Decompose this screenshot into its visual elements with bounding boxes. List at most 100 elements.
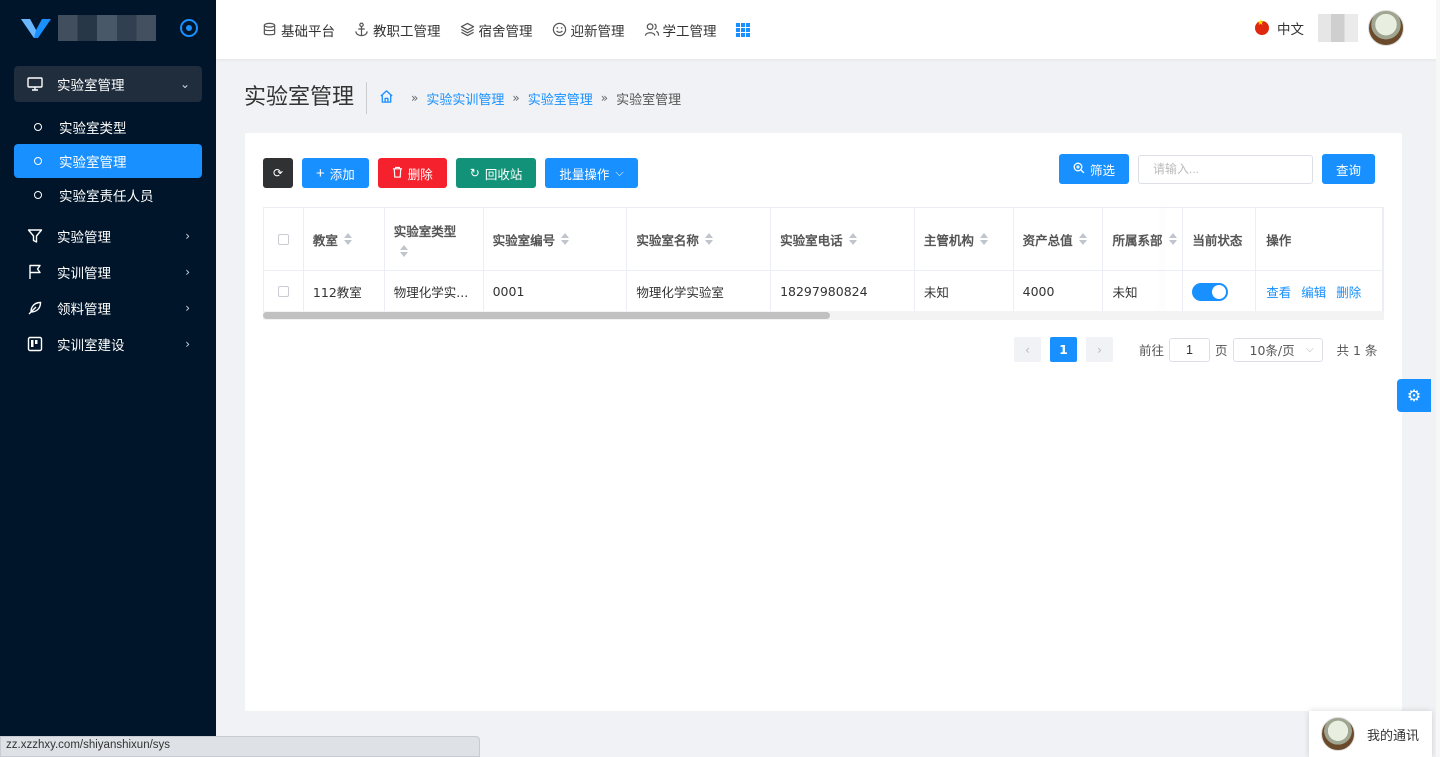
trash-icon bbox=[392, 166, 403, 181]
sidebar-subitem-lab-type[interactable]: 实验室类型 bbox=[14, 110, 202, 144]
chevron-right-icon: › bbox=[1097, 342, 1102, 357]
status-toggle[interactable] bbox=[1192, 282, 1229, 301]
cell-lab-code: 0001 bbox=[484, 271, 628, 312]
sort-icon[interactable] bbox=[704, 233, 713, 245]
breadcrumb-current: 实验室管理 bbox=[616, 92, 682, 108]
cell-assets: 4000 bbox=[1014, 271, 1104, 312]
sort-icon[interactable] bbox=[561, 233, 570, 245]
column-header-label: 实验室编号 bbox=[492, 232, 556, 248]
topnav-label: 教职工管理 bbox=[373, 23, 441, 40]
topnav-label: 迎新管理 bbox=[570, 23, 625, 40]
edit-link[interactable]: 编辑 bbox=[1301, 282, 1326, 301]
column-header-lab-type[interactable]: 实验室类型 bbox=[385, 208, 484, 270]
page-title: 实验室管理 bbox=[244, 82, 368, 114]
board-icon bbox=[26, 335, 44, 353]
chat-label: 我的通讯 bbox=[1367, 728, 1420, 744]
refresh-button[interactable]: ⟳ bbox=[263, 158, 293, 188]
page-size-select[interactable]: 10条/页 ⌵ bbox=[1232, 337, 1323, 362]
sidebar-item-label: 实训室建设 bbox=[57, 338, 125, 354]
row-checkbox[interactable] bbox=[277, 286, 289, 297]
sidebar-subitem-label: 实验室管理 bbox=[59, 155, 127, 171]
pagination: ‹ 1 › 前往 页 10条/页 ⌵ 共 1 条 bbox=[1014, 337, 1377, 362]
table-header-row: 教室 实验室类型 实验室编号 实验室名称 实验室电话 主管机构 资产总值 所属系… bbox=[264, 208, 1383, 270]
select-all-checkbox[interactable] bbox=[277, 233, 289, 245]
filter-button-label: 筛选 bbox=[1089, 163, 1115, 178]
topnav-item-platform[interactable]: 基础平台 bbox=[262, 20, 335, 40]
sort-icon[interactable] bbox=[979, 233, 988, 245]
sidebar-item-construction[interactable]: 实训室建设 › bbox=[14, 326, 202, 362]
sort-icon[interactable] bbox=[343, 233, 352, 245]
recycle-bin-button[interactable]: ↻ 回收站 bbox=[455, 158, 537, 188]
chevron-right-icon: › bbox=[185, 301, 190, 315]
chat-widget[interactable]: 我的通讯 bbox=[1309, 711, 1432, 757]
top-navbar: 基础平台 教职工管理 宿舍管理 迎新管理 学工管理 中文 bbox=[216, 0, 1440, 59]
add-button-label: 添加 bbox=[329, 167, 355, 182]
column-header-status: 当前状态 bbox=[1183, 208, 1257, 270]
sidebar-subitem-lab-management[interactable]: 实验室管理 bbox=[14, 144, 202, 178]
scrollbar-thumb[interactable] bbox=[263, 312, 830, 319]
sidebar-collapse-icon[interactable] bbox=[180, 19, 198, 37]
smile-icon bbox=[552, 22, 568, 38]
delete-link[interactable]: 删除 bbox=[1336, 282, 1361, 301]
column-header-label: 实验室名称 bbox=[636, 232, 699, 248]
apps-grid-button[interactable] bbox=[735, 22, 750, 37]
breadcrumb-item[interactable]: 实验实训管理 bbox=[426, 89, 504, 108]
column-header-lab-name[interactable]: 实验室名称 bbox=[627, 208, 772, 270]
recycle-bin-label: 回收站 bbox=[484, 167, 523, 182]
table-horizontal-scrollbar[interactable] bbox=[263, 311, 1384, 320]
column-header-label: 资产总值 bbox=[1022, 232, 1073, 248]
column-header-lab-phone[interactable]: 实验室电话 bbox=[771, 208, 915, 270]
page-scrollbar[interactable] bbox=[1436, 0, 1440, 757]
topnav-item-staff[interactable]: 教职工管理 bbox=[354, 20, 441, 40]
breadcrumb-separator-icon: » bbox=[411, 91, 419, 105]
column-header-label: 实验室电话 bbox=[780, 232, 843, 248]
goto-page-input[interactable] bbox=[1169, 337, 1211, 362]
sidebar-item-training[interactable]: 实训管理 › bbox=[14, 254, 202, 290]
column-header-lab-code[interactable]: 实验室编号 bbox=[484, 208, 628, 270]
prev-page-button[interactable]: ‹ bbox=[1014, 337, 1041, 362]
topnav-item-dorm[interactable]: 宿舍管理 bbox=[460, 20, 533, 40]
sidebar-item-materials[interactable]: 领料管理 › bbox=[14, 290, 202, 326]
sort-icon[interactable] bbox=[1168, 233, 1177, 245]
topnav-item-student-affairs[interactable]: 学工管理 bbox=[644, 20, 717, 40]
sidebar-subitem-lab-staff[interactable]: 实验室责任人员 bbox=[14, 178, 202, 212]
column-header-label: 所属系部 bbox=[1112, 232, 1163, 248]
cell-lab-phone: 18297980824 bbox=[771, 271, 915, 312]
layers-icon bbox=[460, 22, 476, 38]
username-redacted bbox=[1318, 14, 1358, 42]
page-header: 实验室管理 » 实验实训管理 » 实验室管理 » 实验室管理 bbox=[244, 80, 681, 116]
user-avatar[interactable] bbox=[1368, 10, 1404, 46]
data-table: 教室 实验室类型 实验室编号 实验室名称 实验室电话 主管机构 资产总值 所属系… bbox=[263, 207, 1384, 320]
language-switcher[interactable]: 中文 bbox=[1277, 18, 1304, 38]
delete-button-label: 删除 bbox=[407, 167, 433, 182]
sidebar-item-lab-management[interactable]: 实验室管理 ⌄ bbox=[14, 66, 202, 102]
logo-row bbox=[0, 0, 216, 56]
sort-icon[interactable] bbox=[1078, 233, 1087, 245]
column-header-org[interactable]: 主管机构 bbox=[915, 208, 1014, 270]
topnav-item-welcome[interactable]: 迎新管理 bbox=[552, 20, 625, 40]
delete-button[interactable]: 删除 bbox=[377, 158, 447, 188]
column-header-room[interactable]: 教室 bbox=[304, 208, 385, 270]
search-input[interactable] bbox=[1137, 154, 1313, 184]
cell-lab-name: 物理化学实验室 bbox=[627, 271, 772, 312]
batch-operations-dropdown[interactable]: 批量操作 ⌵ bbox=[545, 158, 638, 188]
column-header-assets[interactable]: 资产总值 bbox=[1014, 208, 1104, 270]
page-number-current[interactable]: 1 bbox=[1050, 337, 1077, 362]
sort-icon[interactable] bbox=[848, 233, 857, 245]
column-header-dept[interactable]: 所属系部 bbox=[1103, 208, 1184, 270]
home-icon[interactable] bbox=[379, 89, 394, 108]
users-icon bbox=[644, 22, 660, 38]
table-row[interactable]: 112教室 物理化学实... 0001 物理化学实验室 18297980824 … bbox=[264, 270, 1383, 312]
breadcrumb-item[interactable]: 实验室管理 bbox=[528, 89, 593, 108]
next-page-button[interactable]: › bbox=[1086, 337, 1113, 362]
sort-icon[interactable] bbox=[399, 245, 408, 257]
settings-float-button[interactable]: ⚙ bbox=[1397, 379, 1431, 412]
sidebar: 实验室管理 ⌄ 实验室类型 实验室管理 实验室责任人员 实验管理 › 实训管理 bbox=[0, 0, 216, 757]
chevron-left-icon: ‹ bbox=[1025, 342, 1030, 357]
filter-button[interactable]: 筛选 bbox=[1058, 154, 1129, 184]
query-button[interactable]: 查询 bbox=[1321, 154, 1375, 184]
database-icon bbox=[262, 22, 278, 38]
view-link[interactable]: 查看 bbox=[1266, 282, 1291, 301]
sidebar-item-experiment[interactable]: 实验管理 › bbox=[14, 218, 202, 254]
add-button[interactable]: + 添加 bbox=[302, 158, 369, 188]
